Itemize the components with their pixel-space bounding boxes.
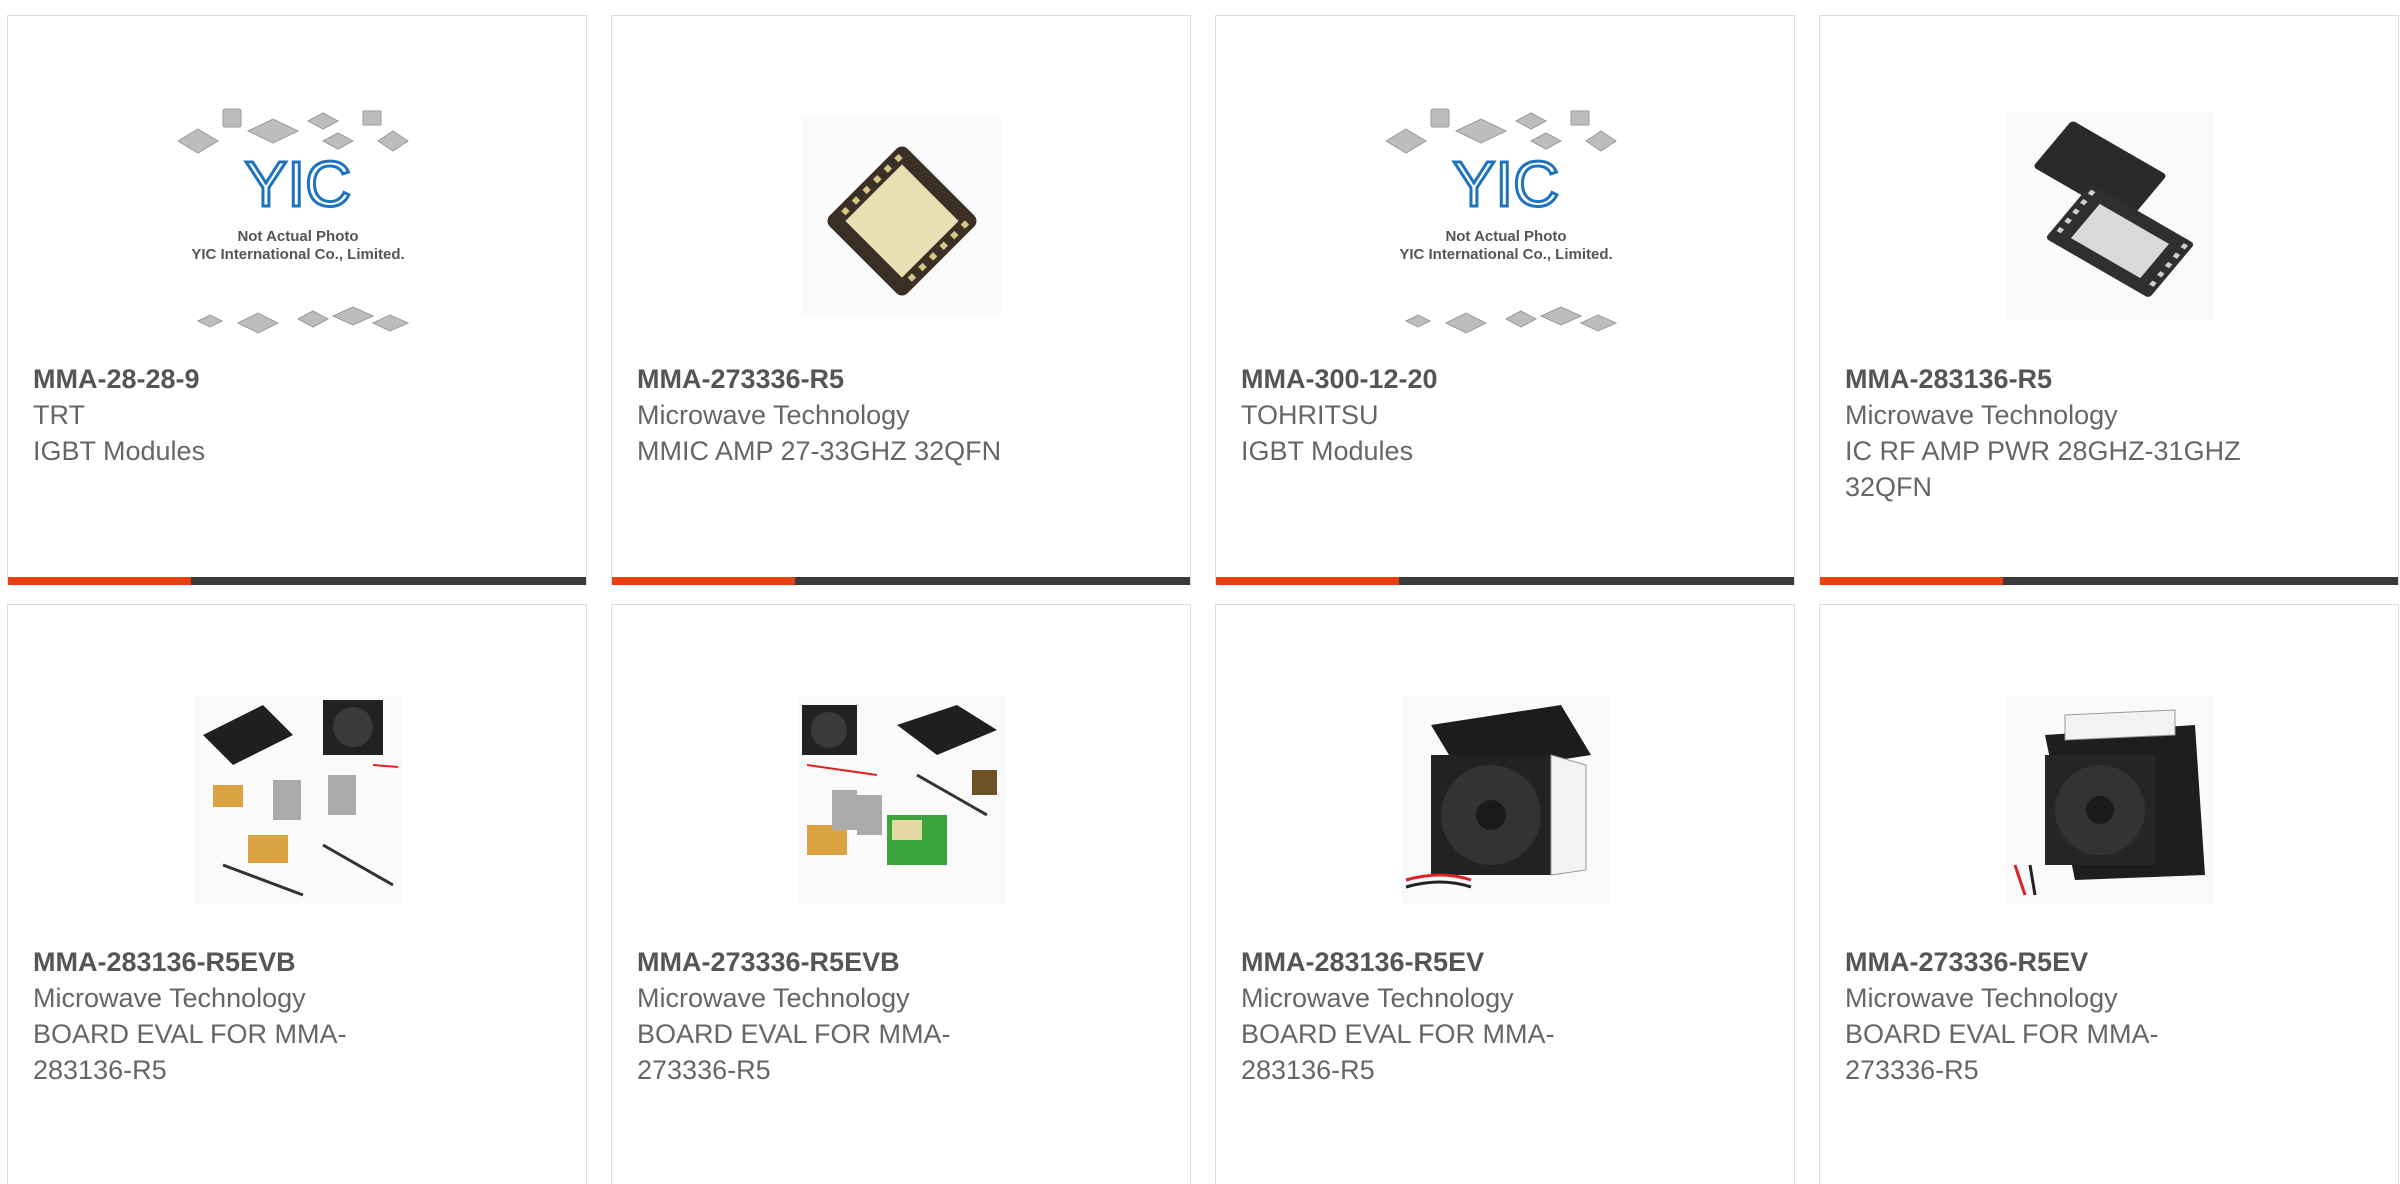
manufacturer: Microwave Technology [33,983,306,1013]
svg-text:YIC International Co., Limited: YIC International Co., Limited. [1399,246,1612,263]
product-card[interactable]: MMA-283136-R5EV Microwave Technology BOA… [1215,604,1795,1184]
part-number-link[interactable]: MMA-273336-R5EVB [637,944,1165,980]
eval-kit-image[interactable] [732,660,1072,940]
heatsink-fan-image[interactable] [1940,660,2280,940]
description: BOARD EVAL FOR MMA-283136-R5 [33,1019,347,1085]
manufacturer: TRT [33,400,85,430]
manufacturer: TOHRITSU [1241,400,1379,430]
description: IGBT Modules [1241,436,1414,466]
product-card[interactable]: MMA-273336-R5EV Microwave Technology BOA… [1819,604,2399,1184]
description: IC RF AMP PWR 28GHZ-31GHZ 32QFN [1845,436,2241,502]
part-number-link[interactable]: MMA-283136-R5 [1845,361,2373,397]
part-number-link[interactable]: MMA-300-12-20 [1241,361,1769,397]
manufacturer: Microwave Technology [637,400,910,430]
description: BOARD EVAL FOR MMA-283136-R5 [1241,1019,1555,1085]
product-card[interactable]: YIC Not Actual Photo YIC International C… [1215,15,1795,585]
product-card[interactable]: MMA-273336-R5EVB Microwave Technology BO… [611,604,1191,1184]
yic-placeholder-image[interactable]: YIC Not Actual Photo YIC International C… [128,76,468,356]
qfn-chip-gold-image[interactable] [732,76,1072,356]
part-number-link[interactable]: MMA-283136-R5EV [1241,944,1769,980]
part-number-link[interactable]: MMA-273336-R5EV [1845,944,2373,980]
card-bottom-bar [8,577,586,585]
card-bottom-bar [1820,577,2398,585]
product-card[interactable]: MMA-283136-R5EVB Microwave Technology BO… [7,604,587,1184]
manufacturer: Microwave Technology [1845,983,2118,1013]
yic-logo: YIC [1453,148,1560,220]
card-bottom-bar [1216,577,1794,585]
manufacturer: Microwave Technology [637,983,910,1013]
part-number-link[interactable]: MMA-28-28-9 [33,361,561,397]
product-card[interactable]: YIC Not Actual Photo YIC International C… [7,15,587,585]
manufacturer: Microwave Technology [1845,400,2118,430]
part-number-link[interactable]: MMA-273336-R5 [637,361,1165,397]
svg-text:YIC International Co., Limited: YIC International Co., Limited. [191,246,404,263]
heatsink-fan-image[interactable] [1336,660,1676,940]
eval-kit-image[interactable] [128,660,468,940]
product-card[interactable]: MMA-273336-R5 Microwave Technology MMIC … [611,15,1191,585]
description: IGBT Modules [33,436,206,466]
yic-placeholder-image[interactable]: YIC Not Actual Photo YIC International C… [1336,76,1676,356]
description: BOARD EVAL FOR MMA-273336-R5 [637,1019,951,1085]
description: BOARD EVAL FOR MMA-273336-R5 [1845,1019,2159,1085]
svg-text:Not Actual Photo: Not Actual Photo [237,228,358,245]
yic-logo: YIC [245,148,352,220]
manufacturer: Microwave Technology [1241,983,1514,1013]
svg-text:Not Actual Photo: Not Actual Photo [1445,228,1566,245]
part-number-link[interactable]: MMA-283136-R5EVB [33,944,561,980]
description: MMIC AMP 27-33GHZ 32QFN [637,436,1002,466]
qfn-chip-black-image[interactable] [1940,76,2280,356]
product-card[interactable]: MMA-283136-R5 Microwave Technology IC RF… [1819,15,2399,585]
card-bottom-bar [612,577,1190,585]
